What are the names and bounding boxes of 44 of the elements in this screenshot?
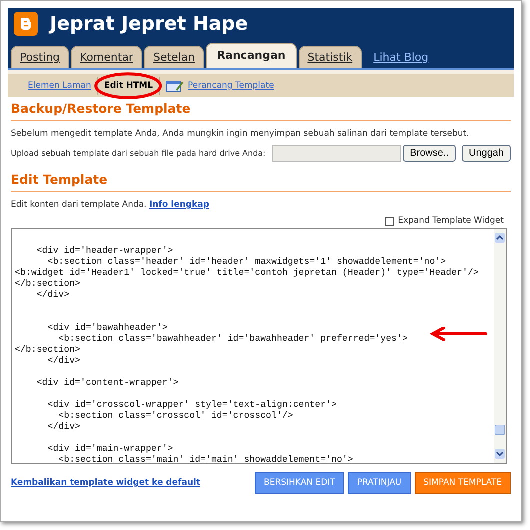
- description-text: Sebelum mengedit template Anda, Anda mungkin ingin menyimpan sebuah salinan dari template tersebut.: [11, 129, 470, 139]
- annotation-circle: [94, 72, 164, 100]
- description-text: Edit konten dari template Anda. Info lengkap: [11, 200, 210, 210]
- file-input-field[interactable]: [272, 145, 402, 162]
- nav-tab[interactable]: Statistik: [298, 46, 362, 68]
- blog-title: Jeprat Jepret Hape: [50, 13, 248, 35]
- checkbox[interactable]: [385, 216, 394, 226]
- nav-tab[interactable]: Rancangan: [206, 43, 297, 68]
- code-line: </div>: [46, 421, 80, 432]
- code-line: </div>: [46, 355, 80, 366]
- section-heading: Edit Template: [11, 172, 511, 192]
- view-blog-link[interactable]: Lihat Blog: [374, 51, 429, 64]
- code-line: <div id='header-wrapper'>: [36, 245, 174, 256]
- annotation-arrow: [430, 327, 488, 341]
- code-editor[interactable]: [11, 228, 507, 464]
- upload-label: Upload sebuah template dari sebuah file pada hard drive Anda:: [11, 149, 266, 158]
- scroll-down-icon[interactable]: [495, 449, 505, 459]
- checkbox-label: Expand Template Widget: [398, 216, 504, 226]
- nav-tab[interactable]: Komentar: [71, 46, 142, 68]
- nav-tab[interactable]: Setelan: [144, 46, 204, 68]
- browse-button[interactable]: Browse..: [403, 145, 456, 162]
- subnav-link[interactable]: Elemen Laman: [22, 78, 98, 94]
- reset-widgets-link[interactable]: Kembalikan template widget ke default: [11, 478, 200, 488]
- blogger-logo-icon: [14, 12, 38, 36]
- upload-button[interactable]: Unggah: [462, 145, 511, 162]
- scroll-up-icon[interactable]: [495, 233, 505, 243]
- code-line: <div id='main-wrapper'>: [46, 443, 174, 454]
- info-link[interactable]: Info lengkap: [149, 200, 210, 210]
- code-line: <b:section class='header' id='header' maxwidgets='1' showaddelement='no'>: [46, 256, 446, 267]
- nav-tab[interactable]: Posting: [11, 46, 70, 68]
- section-heading: Backup/Restore Template: [11, 101, 511, 121]
- code-line: </b:section>: [15, 344, 80, 355]
- code-line: </div>: [36, 289, 70, 300]
- code-line: </b:section>: [15, 278, 80, 289]
- code-line: <b:section class='crosscol' id='crosscol'/>: [58, 410, 294, 421]
- scroll-thumb-icon[interactable]: [495, 425, 505, 435]
- subnav-link[interactable]: Perancang Template: [160, 76, 280, 94]
- code-line: <b:section class='main' id='main' showaddelement='no'>: [58, 454, 354, 463]
- code-line: <div id='bawahheader'>: [46, 322, 168, 333]
- code-line: <b:widget id='Header1' locked='true' title='contoh jepretan (Header)' type='Header'/>: [15, 267, 479, 278]
- code-line: <div id='crosscol-wrapper' style='text-align:center'>: [46, 399, 337, 410]
- template-designer-icon: [166, 80, 184, 92]
- code-line: <div id='content-wrapper'>: [36, 377, 179, 388]
- code-line: <b:section class='bawahheader' id='bawahheader' preferred='yes'>: [58, 333, 408, 344]
